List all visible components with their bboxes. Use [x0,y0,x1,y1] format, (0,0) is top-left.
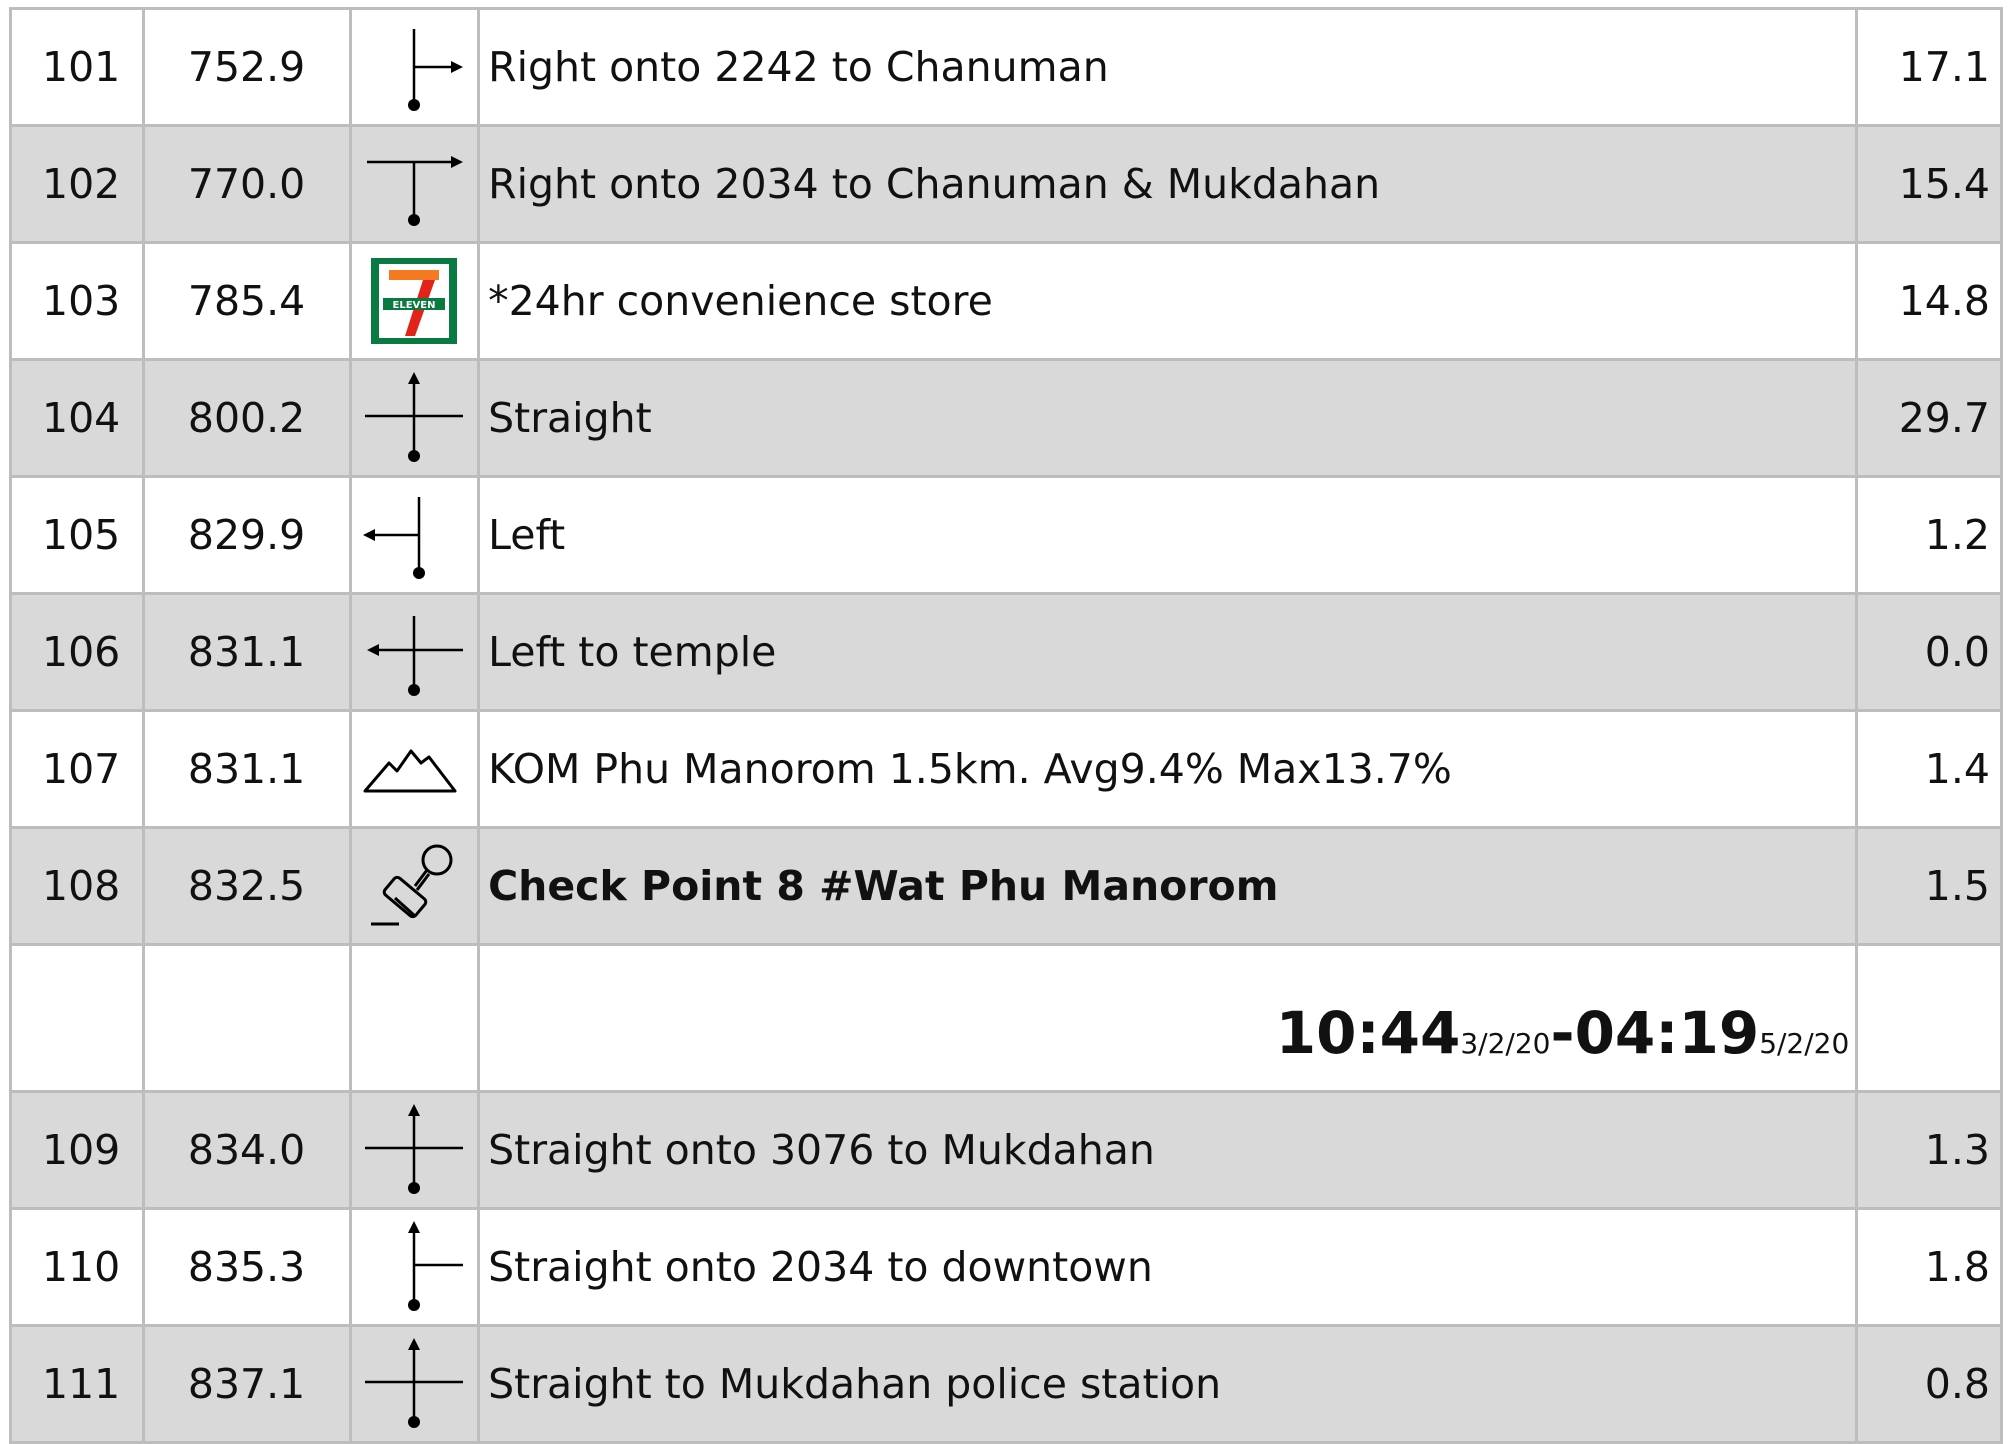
cue-number: 101 [9,7,145,127]
direction-cell [348,709,481,829]
straight-with-right-branch-icon [408,1221,464,1311]
crossroad-straight-icon [365,1104,464,1194]
cue-number: 105 [9,475,145,595]
cue-description: Right onto 2242 to Chanuman [477,7,1859,127]
svg-text:ELEVEN: ELEVEN [393,300,436,311]
direction-cell [348,1090,481,1210]
cue-description: Straight onto 3076 to Mukdahan [477,1090,1859,1210]
cue-distance-next: 29.7 [1855,358,2003,478]
table-row: 110 835.3 Straight onto 2034 to downtown… [9,1207,2003,1327]
cue-number: 107 [9,709,145,829]
cue-number: 110 [9,1207,145,1327]
table-row: 104 800.2 Straight 29.7 [9,358,2003,478]
direction-cell [348,124,481,244]
t-junction-right-icon [367,156,464,226]
cue-sheet-table: 101 752.9 Right onto 2242 to Chanuman 17… [9,7,2003,1444]
cue-distance-total: 800.2 [141,358,352,478]
mountain-climb-icon [363,749,457,793]
checkpoint-open-time: 10:44 [1275,999,1461,1067]
cue-distance-total: 831.1 [141,709,352,829]
cue-distance-total: 785.4 [141,241,352,361]
crossroad-straight-icon [365,1338,464,1428]
crossroad-straight-icon [365,372,464,462]
direction-cell [348,826,481,946]
direction-cell [348,475,481,595]
cue-description: Right onto 2034 to Chanuman & Mukdahan [477,124,1859,244]
cue-number: 109 [9,1090,145,1210]
cue-distance-next: 1.5 [1855,826,2003,946]
cue-number: 111 [9,1324,145,1444]
cue-description: KOM Phu Manorom 1.5km. Avg9.4% Max13.7% [477,709,1859,829]
table-row: 102 770.0 Right onto 2034 to Chanuman & … [9,124,2003,244]
direction-cell [348,592,481,712]
cue-distance-total: 831.1 [141,592,352,712]
cue-description: Straight to Mukdahan police station [477,1324,1859,1444]
checkpoint-title: Check Point 8 #Wat Phu Manorom [477,826,1859,946]
cue-distance-total: 770.0 [141,124,352,244]
turn-left-from-stem-icon [363,497,426,579]
checkpoint-open-date: 3/2/20 [1460,1027,1551,1060]
direction-cell [348,1324,481,1444]
table-row: 107 831.1 KOM Phu Manorom 1.5km. Avg9.4%… [9,709,2003,829]
cue-distance-next: 1.4 [1855,709,2003,829]
cue-distance-total: 834.0 [141,1090,352,1210]
direction-cell [348,7,481,127]
cue-number: 102 [9,124,145,244]
cue-number: 104 [9,358,145,478]
cue-distance-next: 17.1 [1855,7,2003,127]
cue-number: 103 [9,241,145,361]
cue-distance-next: 1.8 [1855,1207,2003,1327]
cue-number: 106 [9,592,145,712]
cue-distance-total: 837.1 [141,1324,352,1444]
cue-description: Straight onto 2034 to downtown [477,1207,1859,1327]
table-row: 106 831.1 Left to temple 0.0 [9,592,2003,712]
cue-distance-total: 752.9 [141,7,352,127]
table-row: 105 829.9 Left 1.2 [9,475,2003,595]
turn-right-from-stem-icon [408,29,464,111]
cue-number: 108 [9,826,145,946]
crossroad-left-icon [367,616,464,696]
cue-distance-next: 0.0 [1855,592,2003,712]
table-row: 109 834.0 Straight onto 3076 to Mukdahan… [9,1090,2003,1210]
table-row: 108 832.5 Check Point 8 #Wat Phu Manorom… [9,826,2003,946]
direction-cell [348,1207,481,1327]
direction-cell: ELEVEN [348,241,481,361]
cue-distance-next: 15.4 [1855,124,2003,244]
table-row: 111 837.1 Straight to Mukdahan police st… [9,1324,2003,1444]
cue-distance-total: 832.5 [141,826,352,946]
checkpoint-time-row: 10:443/2/20-04:195/2/20 [9,943,2003,1093]
seven-eleven-logo-icon: ELEVEN [371,258,458,344]
cue-distance-next: 1.3 [1855,1090,2003,1210]
checkpoint-close-date: 5/2/20 [1759,1027,1850,1060]
cue-description: Straight [477,358,1859,478]
cue-description: *24hr convenience store [477,241,1859,361]
cue-distance-total: 829.9 [141,475,352,595]
stamp-checkpoint-icon [371,844,453,926]
cue-distance-next: 14.8 [1855,241,2003,361]
checkpoint-time-separator: - [1550,999,1575,1067]
cue-description: Left to temple [477,592,1859,712]
cue-distance-next: 0.8 [1855,1324,2003,1444]
cue-distance-next: 1.2 [1855,475,2003,595]
table-row: 103 785.4 ELEVEN *24hr convenience store… [9,241,2003,361]
checkpoint-time-window: 10:443/2/20-04:195/2/20 [477,943,1859,1093]
direction-cell [348,358,481,478]
checkpoint-close-time: 04:19 [1574,999,1760,1067]
cue-distance-total: 835.3 [141,1207,352,1327]
table-row: 101 752.9 Right onto 2242 to Chanuman 17… [9,7,2003,127]
cue-description: Left [477,475,1859,595]
